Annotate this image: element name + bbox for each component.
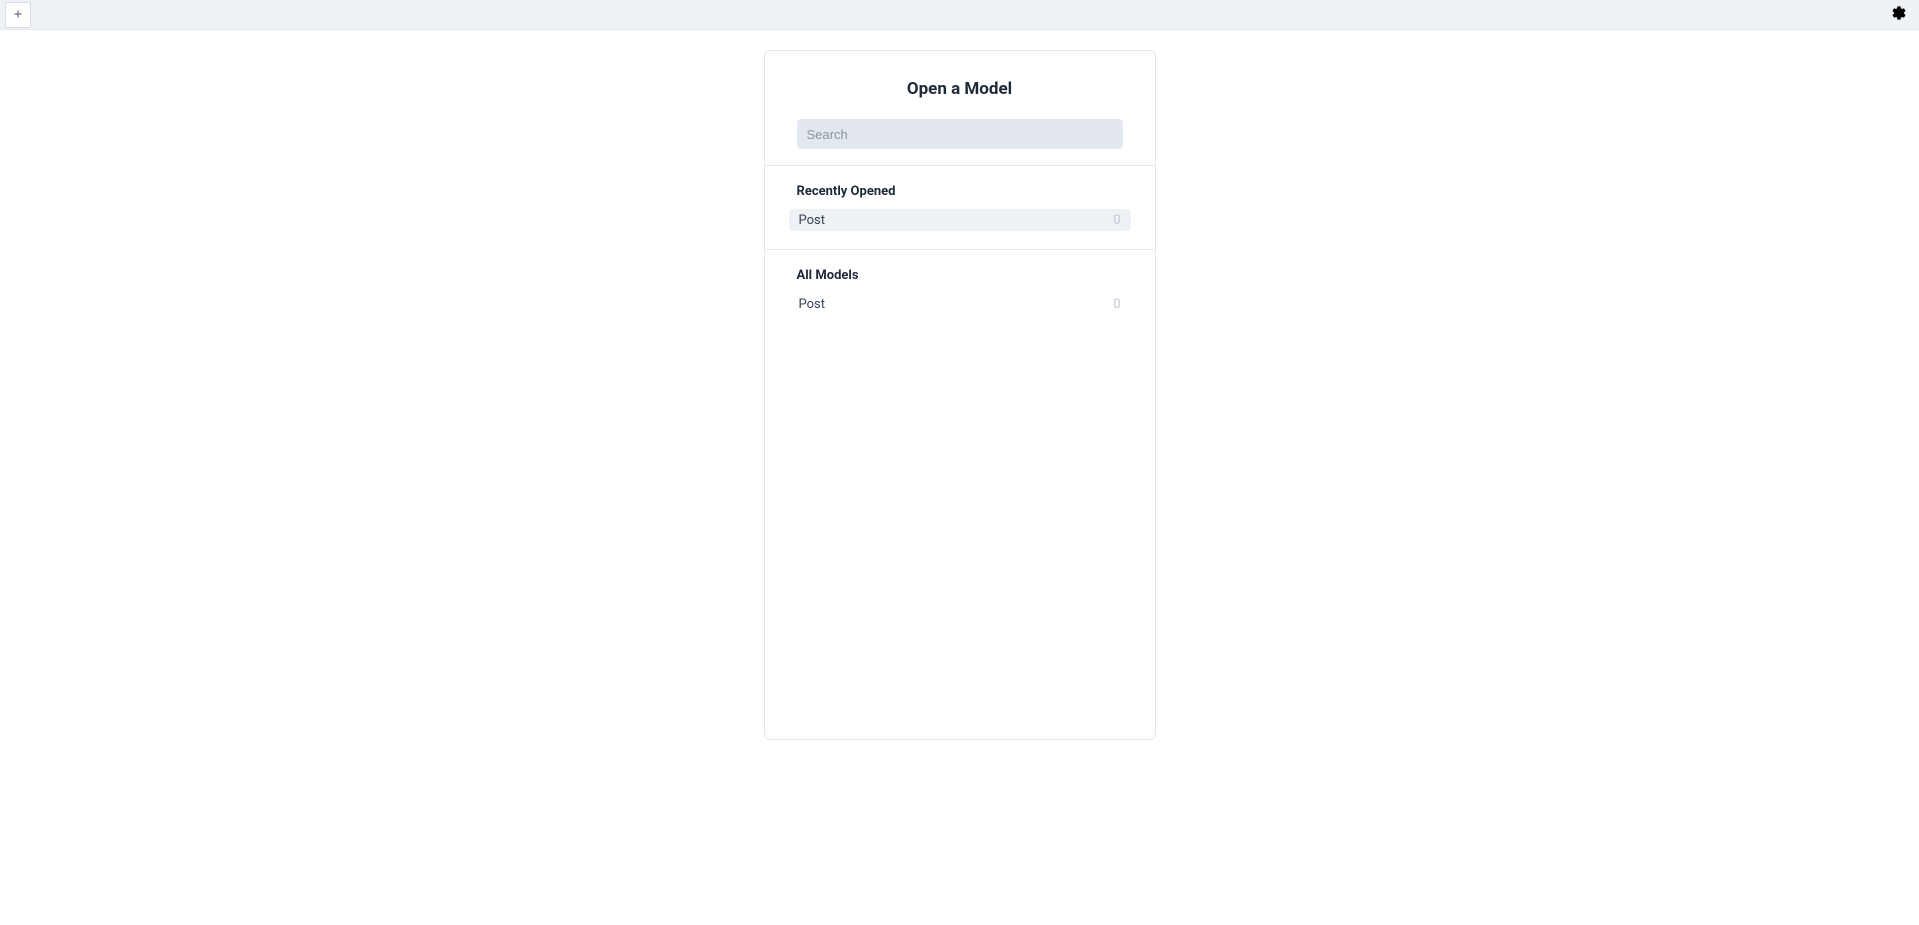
- settings-button[interactable]: [1889, 5, 1909, 25]
- topbar-right: [1889, 5, 1909, 25]
- new-tab-button[interactable]: [5, 2, 31, 28]
- all-models-title: All Models: [789, 268, 1131, 293]
- model-count: 0: [1113, 297, 1120, 312]
- dialog-title: Open a Model: [797, 79, 1123, 99]
- all-model-item[interactable]: Post 0: [789, 293, 1131, 315]
- topbar: [0, 0, 1919, 30]
- dialog-header: Open a Model: [765, 51, 1155, 166]
- all-models-section: All Models Post 0: [765, 249, 1155, 333]
- gear-icon: [1891, 5, 1907, 25]
- open-model-dialog: Open a Model Recently Opened Post 0 All …: [764, 50, 1156, 740]
- topbar-left: [5, 0, 31, 29]
- model-count: 0: [1113, 213, 1120, 228]
- model-name: Post: [799, 297, 826, 312]
- recent-model-item[interactable]: Post 0: [789, 209, 1131, 231]
- main-content: Open a Model Recently Opened Post 0 All …: [0, 30, 1919, 740]
- recently-opened-section: Recently Opened Post 0: [765, 166, 1155, 249]
- model-name: Post: [799, 213, 826, 228]
- search-input[interactable]: [797, 119, 1123, 149]
- recently-opened-title: Recently Opened: [789, 184, 1131, 209]
- plus-icon: [12, 7, 24, 23]
